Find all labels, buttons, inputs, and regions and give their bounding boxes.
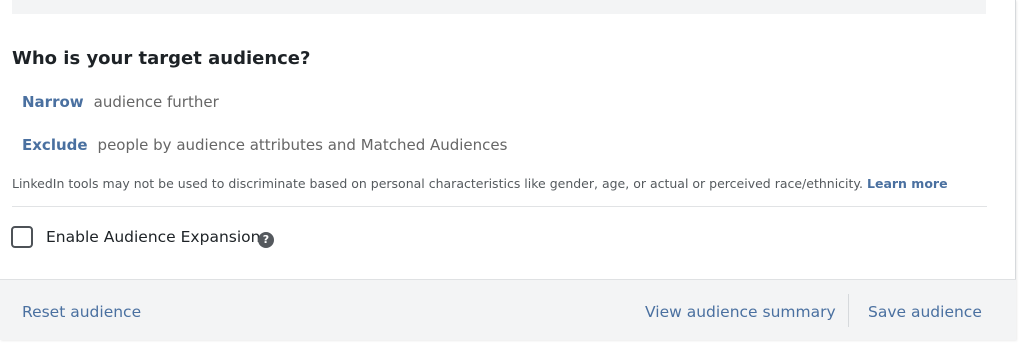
disclaimer: LinkedIn tools may not be used to discri… [12,176,948,191]
footer: Reset audience View audience summary Sav… [0,279,1016,340]
divider [12,206,987,207]
page-title: Who is your target audience? [12,48,311,69]
audience-expansion-label[interactable]: Enable Audience Expansion [46,228,260,246]
narrow-description: audience further [93,93,219,111]
exclude-description: people by audience attributes and Matche… [97,136,508,154]
help-icon[interactable]: ? [258,232,274,248]
disclaimer-text: LinkedIn tools may not be used to discri… [12,176,864,191]
footer-separator [848,294,849,327]
exclude-link[interactable]: Exclude [22,136,88,154]
audience-panel: Who is your target audience? Narrow audie… [0,0,1016,340]
learn-more-link[interactable]: Learn more [867,176,948,191]
narrow-row: Narrow audience further [22,93,219,111]
view-audience-summary-button[interactable]: View audience summary [645,303,836,321]
save-audience-button[interactable]: Save audience [868,303,982,321]
audience-expansion-checkbox[interactable] [11,226,33,248]
narrow-link[interactable]: Narrow [22,93,84,111]
reset-audience-button[interactable]: Reset audience [22,303,141,321]
exclude-row: Exclude people by audience attributes and… [22,136,507,154]
top-strip [12,0,986,14]
